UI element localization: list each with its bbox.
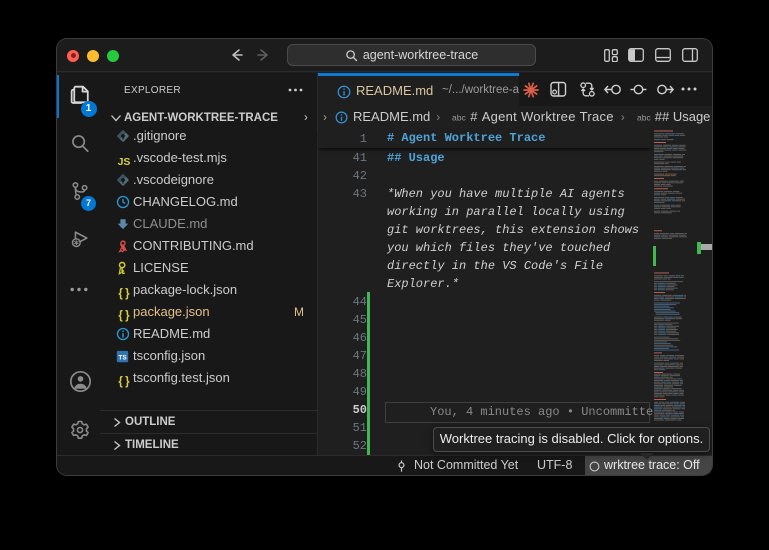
svg-text:abc: abc bbox=[637, 113, 651, 123]
svg-text:TS: TS bbox=[118, 354, 127, 361]
svg-text:abc: abc bbox=[452, 113, 466, 123]
